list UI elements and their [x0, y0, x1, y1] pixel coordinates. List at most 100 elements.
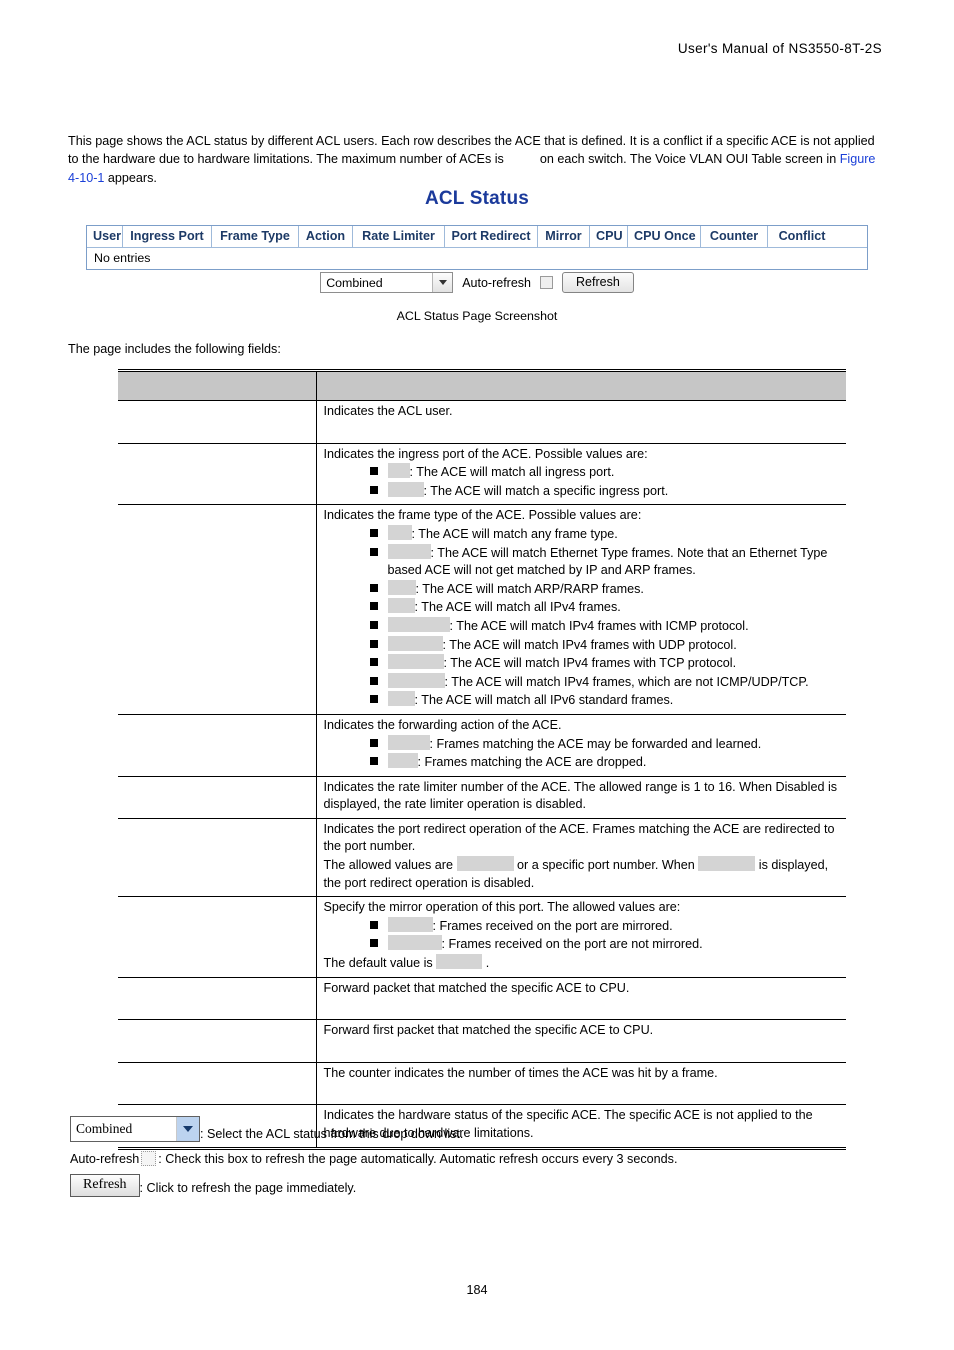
legend-acl-select[interactable]: Combined: [70, 1116, 200, 1142]
field-outro-text-pre: The allowed values are: [323, 858, 457, 873]
redacted-term: [698, 856, 756, 872]
redacted-term: [387, 616, 450, 632]
field-table-row: Indicates the ACL user.: [118, 400, 846, 444]
field-value-text: : Frames received on the port are mirror…: [432, 918, 673, 933]
field-value-item: : Frames matching the ACE are dropped.: [324, 753, 843, 772]
field-description: Forward first packet that matched the sp…: [316, 1019, 846, 1063]
redacted-term: [387, 672, 445, 688]
field-table-row: Indicates the forwarding action of the A…: [118, 713, 846, 777]
field-value-text: : The ACE will match all IPv6 standard f…: [414, 693, 674, 708]
field-description: Indicates the rate limiter number of the…: [316, 775, 846, 819]
acl-status-table: User Ingress Port Frame Type Action Rate Lim…: [86, 225, 868, 270]
square-bullet-icon: [369, 602, 378, 611]
field-value-text: : The ACE will match IPv4 frames with UD…: [442, 637, 737, 652]
acl-column-header-frame-type: Frame Type: [212, 226, 299, 247]
field-value-list: : Frames matching the ACE may be forward…: [324, 734, 843, 772]
redacted-term: [436, 954, 483, 970]
square-bullet-icon: [369, 485, 378, 494]
field-description: Forward packet that matched the specific…: [316, 976, 846, 1021]
field-value-item: : Frames received on the port are not mi…: [324, 935, 843, 954]
legend-autorefresh-label: Auto-refresh: [70, 1151, 140, 1166]
legend-autorefresh-description: : Check this box to refresh the page aut…: [158, 1151, 678, 1166]
field-description: Indicates the forwarding action of the A…: [316, 713, 846, 777]
legend-autorefresh-row: Auto-refresh : Check this box to refresh…: [70, 1151, 677, 1166]
refresh-button[interactable]: Refresh: [562, 272, 634, 293]
field-object-name: [118, 817, 317, 898]
acl-column-header-action: Action: [299, 226, 353, 247]
legend-select-description: : Select the ACL status from this drop d…: [200, 1127, 464, 1141]
field-object-name: [118, 442, 317, 506]
field-table-row: Forward first packet that matched the sp…: [118, 1019, 846, 1063]
field-description: Indicates the port redirect operation of…: [316, 817, 846, 898]
redacted-term: [387, 916, 433, 932]
acl-status-table-header-row: User Ingress Port Frame Type Action Rate Lim…: [87, 226, 867, 248]
field-outro-text-mid: or a specific port number. When: [513, 858, 699, 873]
acl-status-controls: Combined Auto-refresh Refresh: [0, 272, 954, 293]
field-value-item: : The ACE will match any frame type.: [324, 524, 843, 544]
field-value-text: : The ACE will match any frame type.: [411, 526, 618, 541]
acl-column-header-conflict: Conflict: [778, 229, 826, 243]
field-value-item: : The ACE will match all ingress port.: [324, 463, 843, 482]
field-value-text: : Frames received on the port are not mi…: [441, 937, 703, 952]
redacted-term: [387, 753, 418, 769]
field-table-header-row: [118, 369, 846, 401]
redacted-term: [387, 543, 431, 559]
field-description: Indicates the frame type of the ACE. Pos…: [316, 504, 846, 715]
legend-autorefresh-checkbox[interactable]: [141, 1151, 157, 1166]
field-value-item: : The ACE will match IPv4 frames with UD…: [324, 635, 843, 655]
field-value-item: : The ACE will match a specific ingress …: [324, 481, 843, 501]
field-value-item: : Frames received on the port are mirror…: [324, 916, 843, 936]
field-description-intro: Specify the mirror operation of this por…: [323, 900, 681, 915]
field-outro-text-pre: The default value is: [323, 956, 437, 971]
intro-text-part2: on each switch. The Voice VLAN OUI Table…: [539, 152, 837, 167]
square-bullet-icon: [369, 547, 378, 556]
field-value-text: : Frames matching the ACE may be forward…: [429, 736, 762, 751]
legend-refresh-button[interactable]: Refresh: [70, 1174, 140, 1197]
field-value-text: : The ACE will match a specific ingress …: [423, 483, 669, 498]
field-object-name: [118, 400, 317, 444]
field-description-outro: The default value is .: [324, 954, 843, 973]
page-number: 184: [466, 1283, 488, 1297]
field-table-row: Indicates the frame type of the ACE. Pos…: [118, 504, 846, 715]
field-outro-text-post: .: [482, 956, 490, 971]
field-description-intro: The counter indicates the number of time…: [323, 1065, 718, 1080]
acl-status-empty-cell: No entries: [94, 251, 151, 265]
field-value-list: : The ACE will match all ingress port. : …: [324, 463, 843, 500]
field-description: Specify the mirror operation of this por…: [316, 896, 846, 978]
field-object-name: [118, 976, 317, 1021]
intro-paragraph: This page shows the ACL status by differ…: [68, 132, 886, 187]
chevron-down-icon[interactable]: [176, 1117, 199, 1141]
figure-caption: ACL Status Page Screenshot: [396, 309, 558, 323]
fields-leadin: The page includes the following fields:: [68, 342, 281, 356]
field-value-item: : The ACE will match IPv4 frames with TC…: [324, 654, 843, 673]
field-description-intro: Indicates the ingress port of the ACE. P…: [323, 446, 648, 461]
redacted-term: [387, 598, 415, 614]
field-value-text: : The ACE will match all ingress port.: [409, 465, 615, 480]
acl-status-table-body: No entries: [87, 248, 867, 269]
field-object-name: [118, 713, 317, 777]
autorefresh-checkbox[interactable]: [540, 276, 553, 289]
square-bullet-icon: [369, 528, 378, 537]
field-description-outro: The allowed values are or a specific por…: [324, 856, 843, 892]
acl-status-select[interactable]: Combined: [320, 272, 454, 293]
field-value-text: : Frames matching the ACE are dropped.: [417, 755, 647, 770]
field-value-list: : Frames received on the port are mirror…: [324, 916, 843, 954]
square-bullet-icon: [369, 738, 378, 747]
square-bullet-icon: [369, 939, 378, 948]
field-value-item: : The ACE will match IPv4 frames with IC…: [324, 616, 843, 636]
acl-column-header-port-redirect: Port Redirect: [445, 226, 538, 247]
field-description-table: Indicates the ACL user. Indicates the in…: [118, 369, 846, 1150]
acl-status-heading: ACL Status: [424, 188, 530, 209]
acl-column-header-cpu: CPU: [590, 226, 628, 247]
chevron-down-icon[interactable]: [432, 273, 453, 292]
redacted-term: [387, 579, 416, 595]
square-bullet-icon: [369, 920, 378, 929]
field-value-text: : The ACE will match IPv4 frames with TC…: [443, 656, 737, 671]
square-bullet-icon: [369, 695, 378, 704]
square-bullet-icon: [369, 757, 378, 766]
legend-refresh-row: Refresh : Click to refresh the page imme…: [70, 1174, 356, 1197]
field-table-header-description: [316, 369, 846, 401]
field-value-item: : The ACE will match all IPv4 frames.: [324, 598, 843, 617]
field-value-text: : The ACE will match Ethernet Type frame…: [387, 545, 828, 578]
legend-refresh-description: : Click to refresh the page immediately.: [139, 1181, 357, 1195]
